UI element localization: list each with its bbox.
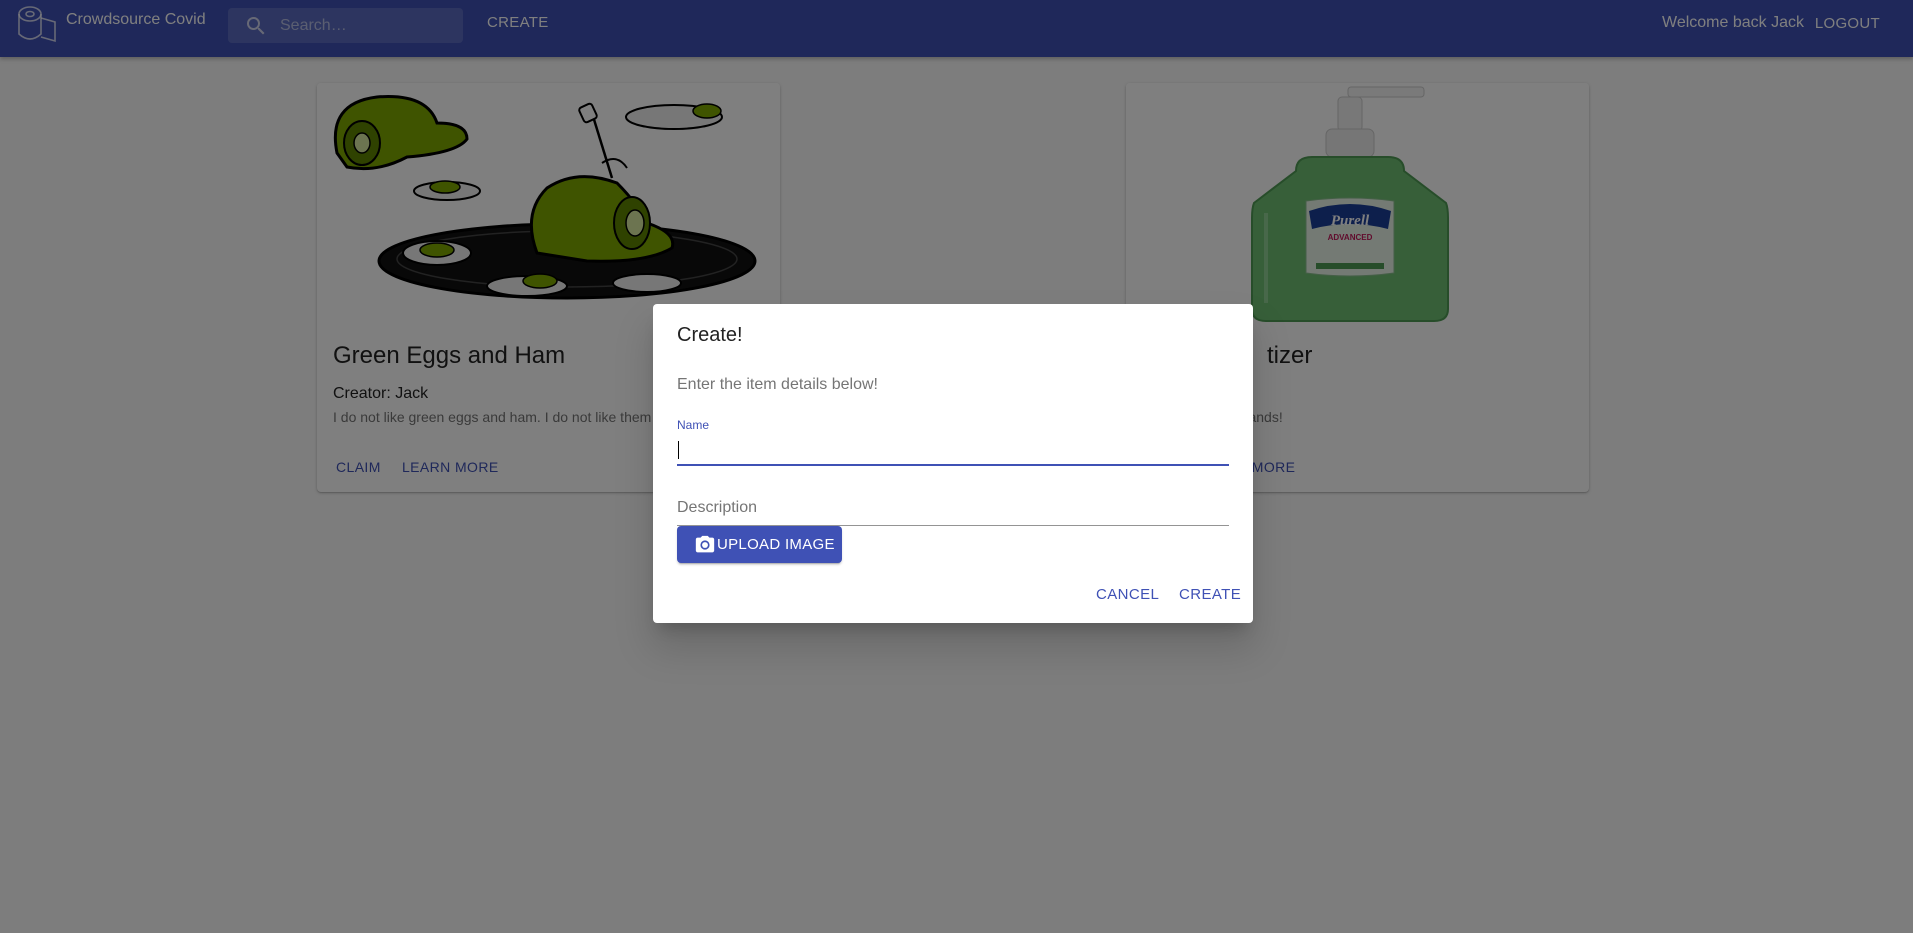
upload-image-label: UPLOAD IMAGE xyxy=(717,536,835,553)
camera-icon xyxy=(695,535,715,552)
text-caret xyxy=(678,441,679,459)
name-field[interactable] xyxy=(677,434,1229,466)
upload-image-button[interactable]: UPLOAD IMAGE xyxy=(677,526,842,563)
name-field-label: Name xyxy=(677,418,710,432)
dialog-text: Enter the item details below! xyxy=(677,376,878,393)
description-field[interactable] xyxy=(677,490,1229,526)
create-button[interactable]: CREATE xyxy=(1179,586,1241,603)
cancel-button[interactable]: CANCEL xyxy=(1096,586,1159,603)
dialog-title: Create! xyxy=(677,324,743,346)
create-dialog: Create! Enter the item details below! Na… xyxy=(653,304,1253,623)
